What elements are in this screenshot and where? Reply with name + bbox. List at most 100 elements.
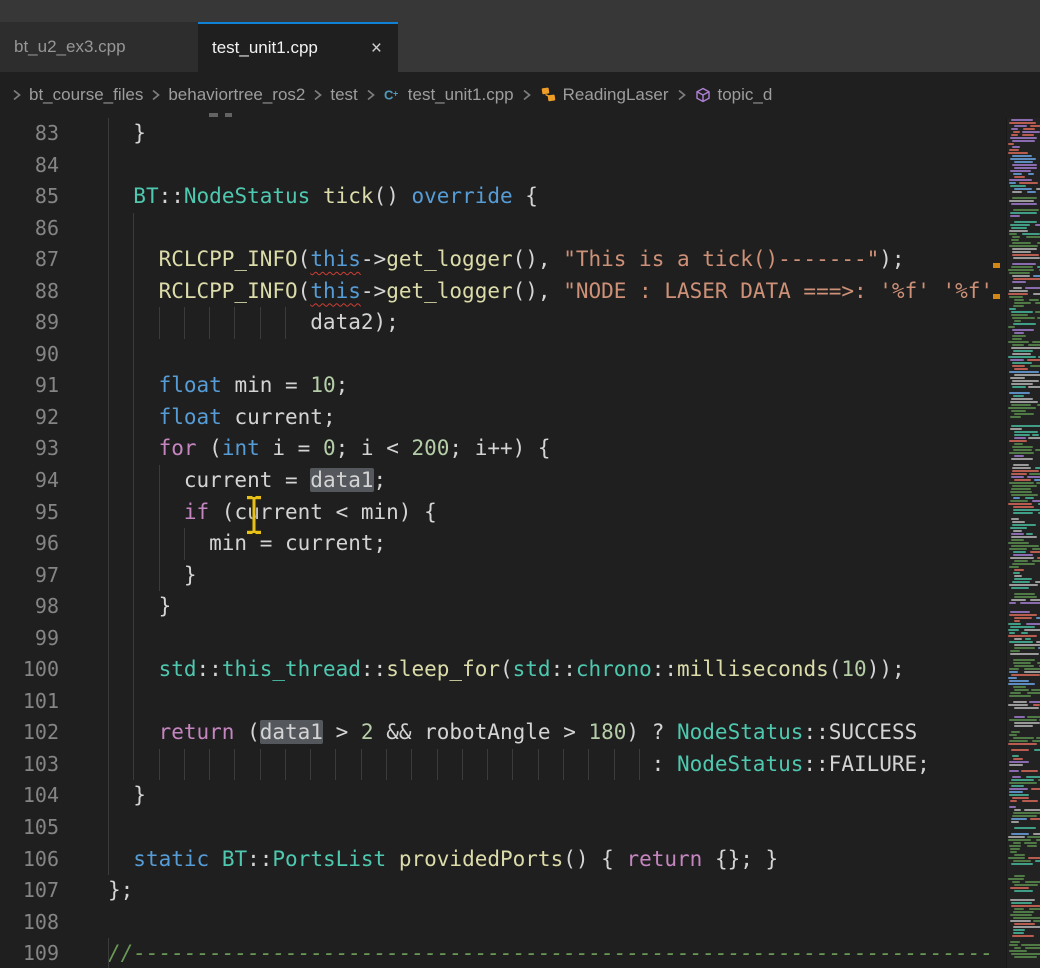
- code-line[interactable]: return (data1 > 2 && robotAngle > 180) ?…: [68, 717, 990, 749]
- code-token: ::: [197, 657, 222, 681]
- indent-guide: [133, 623, 134, 655]
- indent-guide: [108, 339, 109, 371]
- indent-guide: [411, 749, 412, 781]
- code-token: ::: [652, 657, 677, 681]
- code-content[interactable]: } BT::NodeStatus tick() override { RCLCP…: [68, 118, 990, 968]
- indent-guide: [639, 749, 640, 781]
- line-number[interactable]: 88: [0, 276, 59, 308]
- indent-guide: [133, 370, 134, 402]
- indent-guide: [133, 528, 134, 560]
- indent-guide: [462, 749, 463, 781]
- line-number[interactable]: 96: [0, 528, 59, 560]
- code-token: (: [234, 720, 259, 744]
- line-number[interactable]: 107: [0, 875, 59, 907]
- breadcrumb: bt_course_files behaviortree_ros2 test C+te…: [0, 72, 1040, 118]
- code-line[interactable]: [68, 213, 990, 245]
- code-line[interactable]: [68, 812, 990, 844]
- code-line[interactable]: }: [68, 780, 990, 812]
- code-line[interactable]: float current;: [68, 402, 990, 434]
- line-number[interactable]: 90: [0, 339, 59, 371]
- breadcrumb-item-bt-course-files[interactable]: bt_course_files: [29, 85, 143, 105]
- code-token: get_logger: [386, 247, 512, 271]
- tab-test-unit1-cpp[interactable]: test_unit1.cpp ×: [198, 22, 398, 72]
- line-number[interactable]: 93: [0, 433, 59, 465]
- indent-guide: [108, 370, 109, 402]
- line-number[interactable]: 100: [0, 654, 59, 686]
- line-number[interactable]: 99: [0, 623, 59, 655]
- code-line[interactable]: [68, 686, 990, 718]
- line-number[interactable]: 98: [0, 591, 59, 623]
- code-token: ;: [374, 468, 387, 492]
- indent-guide: [133, 244, 134, 276]
- line-number[interactable]: 95: [0, 497, 59, 529]
- code-line[interactable]: min = current;: [68, 528, 990, 560]
- indent-guide: [108, 654, 109, 686]
- line-number[interactable]: 106: [0, 844, 59, 876]
- code-line[interactable]: };: [68, 875, 990, 907]
- line-number[interactable]: 87: [0, 244, 59, 276]
- breadcrumb-item-readinglaser[interactable]: ReadingLaser: [539, 85, 669, 105]
- indent-guide: [108, 812, 109, 844]
- code-token: chrono: [576, 657, 652, 681]
- line-number[interactable]: 105: [0, 812, 59, 844]
- line-number[interactable]: 85: [0, 181, 59, 213]
- indent-guide: [133, 339, 134, 371]
- line-number[interactable]: 101: [0, 686, 59, 718]
- indent-guide: [133, 307, 134, 339]
- code-line[interactable]: [68, 907, 990, 939]
- code-line[interactable]: }: [68, 591, 990, 623]
- line-number[interactable]: 103: [0, 749, 59, 781]
- line-number[interactable]: 86: [0, 213, 59, 245]
- code-line[interactable]: [68, 623, 990, 655]
- code-line[interactable]: std::this_thread::sleep_for(std::chrono:…: [68, 654, 990, 686]
- indent-guide: [133, 465, 134, 497]
- breadcrumb-item-test-unit1-cpp[interactable]: C+test_unit1.cpp: [383, 85, 514, 105]
- code-line[interactable]: if (current < min) {: [68, 497, 990, 529]
- line-number[interactable]: 108: [0, 907, 59, 939]
- breadcrumb-item-test[interactable]: test: [330, 85, 357, 105]
- code-line[interactable]: [68, 339, 990, 371]
- breadcrumb-separator: [150, 87, 161, 103]
- code-line[interactable]: //--------------------------------------…: [68, 938, 990, 968]
- line-number[interactable]: 94: [0, 465, 59, 497]
- line-number[interactable]: 104: [0, 780, 59, 812]
- line-number[interactable]: 97: [0, 560, 59, 592]
- overview-ruler[interactable]: [990, 118, 1006, 968]
- line-number[interactable]: 92: [0, 402, 59, 434]
- minimap[interactable]: [1006, 118, 1040, 968]
- indent-guide: [285, 307, 286, 339]
- code-token: NodeStatus: [677, 720, 803, 744]
- line-number[interactable]: 109: [0, 938, 59, 968]
- tab-bt-u2-ex3-cpp[interactable]: bt_u2_ex3.cpp: [0, 22, 198, 72]
- code-line[interactable]: data2);: [68, 307, 990, 339]
- close-icon[interactable]: ×: [369, 39, 384, 58]
- chevron-right-icon: [676, 87, 687, 103]
- line-number[interactable]: 91: [0, 370, 59, 402]
- code-line[interactable]: for (int i = 0; i < 200; i++) {: [68, 433, 990, 465]
- code-line[interactable]: current = data1;: [68, 465, 990, 497]
- code-line[interactable]: BT::NodeStatus tick() override {: [68, 181, 990, 213]
- line-number[interactable]: 83: [0, 118, 59, 150]
- code-line[interactable]: [68, 150, 990, 182]
- code-line[interactable]: float min = 10;: [68, 370, 990, 402]
- breadcrumb-item-behaviortree-ros2[interactable]: behaviortree_ros2: [168, 85, 305, 105]
- overview-warning-mark: [993, 263, 1000, 268]
- code-line[interactable]: : NodeStatus::FAILURE;: [68, 749, 990, 781]
- code-editor[interactable]: 8384858687888990919293949596979899100101…: [0, 118, 1040, 968]
- clipped-text-remnant: [209, 113, 218, 117]
- indent-guide: [108, 181, 109, 213]
- breadcrumb-label: bt_course_files: [29, 85, 143, 105]
- code-line[interactable]: RCLCPP_INFO(this->get_logger(), "This is…: [68, 244, 990, 276]
- indent-guide: [437, 749, 438, 781]
- line-number[interactable]: 89: [0, 307, 59, 339]
- code-line[interactable]: static BT::PortsList providedPorts() { r…: [68, 844, 990, 876]
- indent-guide: [361, 749, 362, 781]
- indent-guide: [108, 402, 109, 434]
- code-token: data1: [310, 468, 373, 492]
- code-line[interactable]: }: [68, 118, 990, 150]
- breadcrumb-item-topic-d[interactable]: topic_d: [694, 85, 773, 105]
- line-number[interactable]: 84: [0, 150, 59, 182]
- code-line[interactable]: }: [68, 560, 990, 592]
- code-line[interactable]: RCLCPP_INFO(this->get_logger(), "NODE : …: [68, 276, 990, 308]
- line-number[interactable]: 102: [0, 717, 59, 749]
